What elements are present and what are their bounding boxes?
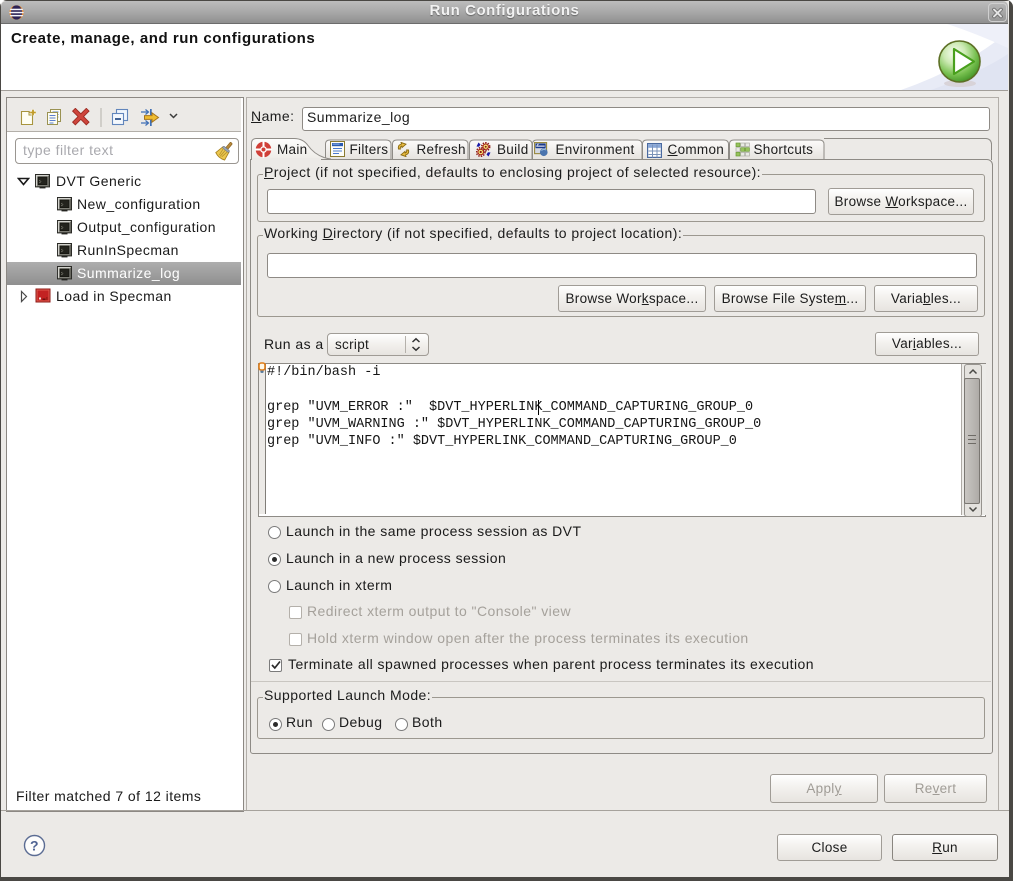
svg-text:?: ? <box>30 838 39 854</box>
